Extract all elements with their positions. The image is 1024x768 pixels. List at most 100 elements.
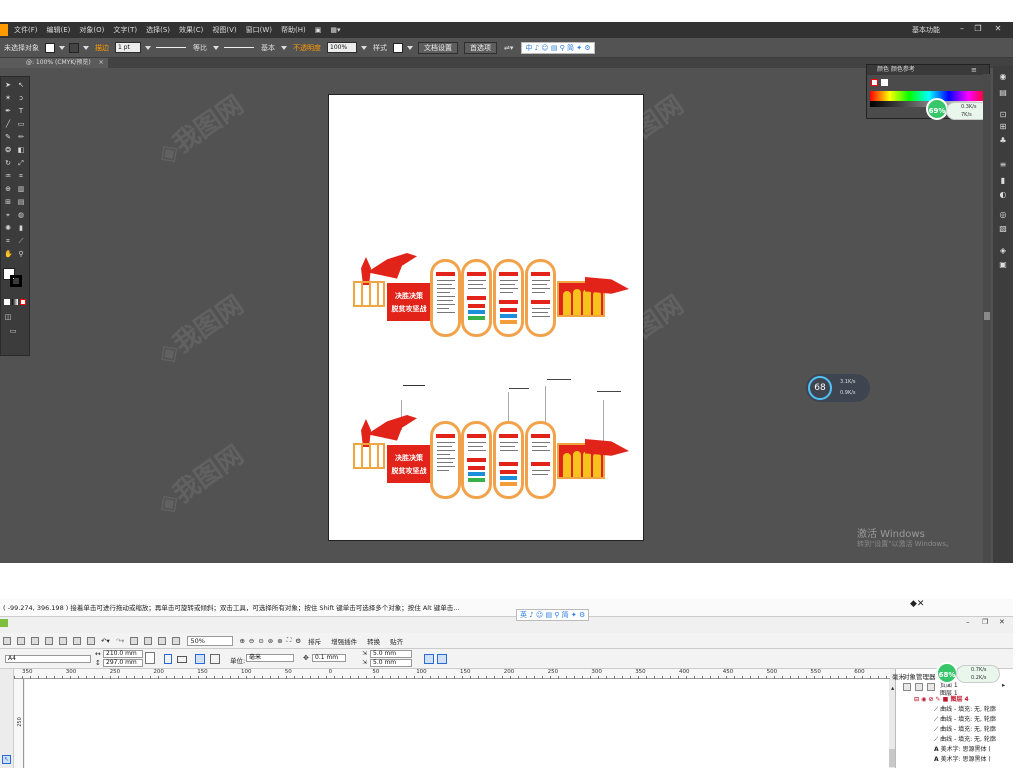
zoom-page-icon[interactable]: ⊛ bbox=[277, 637, 282, 645]
chevron-down-icon[interactable] bbox=[83, 45, 89, 50]
launcher-icon[interactable] bbox=[172, 636, 181, 645]
panel-menu-icon[interactable]: ≡ bbox=[971, 66, 977, 74]
toolbar-button-2[interactable]: 增强插件 bbox=[331, 636, 357, 646]
new-icon[interactable] bbox=[3, 636, 11, 645]
layer-props-icon[interactable] bbox=[903, 683, 911, 691]
document-tab[interactable]: @: 100% (CMYK/预览) × bbox=[0, 58, 108, 68]
toolbar-button-4[interactable]: 贴齐 bbox=[390, 636, 403, 646]
transform-icon[interactable]: ⊡ bbox=[998, 110, 1008, 119]
fill-outline-icon[interactable]: ◆✕ bbox=[910, 599, 930, 619]
symbol-sprayer-tool-icon[interactable]: ✺ bbox=[4, 224, 12, 232]
object-row[interactable]: ⟋ 曲线 - 填充: 无, 轮廓 bbox=[934, 735, 996, 745]
transparency-icon[interactable]: ◐ bbox=[998, 190, 1008, 199]
redo-icon[interactable]: ↷▾ bbox=[116, 637, 125, 645]
menu-file[interactable]: 文件(F) bbox=[14, 25, 38, 35]
menu-select[interactable]: 选择(S) bbox=[146, 25, 170, 35]
artboards-icon[interactable]: ▣ bbox=[998, 260, 1008, 269]
zoom-select[interactable]: 50% bbox=[187, 635, 234, 646]
landscape-icon[interactable] bbox=[177, 656, 187, 663]
mesh-tool-icon[interactable]: ⊞ bbox=[4, 198, 12, 206]
publish-pdf-icon[interactable] bbox=[158, 636, 167, 645]
direct-select-tool-icon[interactable]: ↖ bbox=[17, 81, 25, 89]
chevron-down-icon[interactable] bbox=[361, 45, 367, 50]
object-row[interactable]: ⟋ 曲线 - 填充: 无, 轮廓 bbox=[934, 705, 996, 715]
eyedropper-tool-icon[interactable]: ⌖ bbox=[4, 211, 12, 219]
object-row[interactable]: A 美术字: 思源黑体 ( bbox=[934, 755, 991, 765]
rectangle-tool-icon[interactable]: ▭ bbox=[17, 120, 25, 128]
toolbar-button-1[interactable]: 排斥 bbox=[308, 636, 321, 646]
graphic-styles-icon[interactable]: ▧ bbox=[998, 224, 1008, 233]
line-tool-icon[interactable]: ╱ bbox=[4, 120, 12, 128]
zoom-selected-icon[interactable]: ⊙ bbox=[258, 637, 263, 645]
duplicate-x-input[interactable]: 5.0 mm bbox=[370, 650, 412, 658]
paintbrush-tool-icon[interactable]: ✎ bbox=[4, 133, 12, 141]
scale-tool-icon[interactable]: ⤢ bbox=[17, 159, 25, 167]
chevron-down-icon[interactable] bbox=[213, 45, 219, 50]
type-tool-icon[interactable]: T bbox=[17, 107, 25, 115]
tab-close-icon[interactable]: × bbox=[99, 59, 104, 66]
ime-toolbar[interactable]: 英 ♪ ☺ ▤ ⚲ 简 ✦ ⚙ bbox=[516, 609, 590, 621]
full-screen-icon[interactable]: ⛶ bbox=[287, 636, 292, 645]
draw-mode-icon[interactable]: ◫ bbox=[4, 313, 12, 321]
eraser-tool-icon[interactable]: ◧ bbox=[17, 146, 25, 154]
all-pages-icon[interactable] bbox=[195, 654, 205, 664]
options-icon[interactable]: ⚙ bbox=[295, 637, 301, 645]
opacity-label[interactable]: 不透明度 bbox=[293, 43, 321, 53]
object-row[interactable]: ⟋ 曲线 - 填充: 无, 轮廓 bbox=[934, 725, 996, 735]
opacity-input[interactable]: 100% bbox=[327, 42, 357, 53]
free-transform-tool-icon[interactable]: ⌗ bbox=[17, 172, 25, 180]
gradient-mode-icon[interactable] bbox=[12, 299, 18, 305]
preferences-button[interactable]: 首选项 bbox=[464, 41, 497, 54]
chevron-down-icon[interactable] bbox=[281, 45, 287, 50]
chevron-down-icon[interactable] bbox=[145, 45, 151, 50]
white-swatch-icon[interactable] bbox=[881, 79, 888, 86]
stroke-swatch[interactable] bbox=[69, 42, 79, 53]
symbols-icon[interactable]: ♣ bbox=[998, 136, 1008, 145]
vertical-scrollbar[interactable] bbox=[983, 74, 991, 563]
menu-effect[interactable]: 效果(C) bbox=[179, 25, 203, 35]
ime-toolbar[interactable]: 中 ♪ ☺ ▤ ⚲ 简 ✦ ⚙ bbox=[521, 41, 595, 54]
rotate-tool-icon[interactable]: ↻ bbox=[4, 159, 12, 167]
stroke-icon[interactable]: ≡ bbox=[998, 160, 1008, 169]
chevron-down-icon[interactable] bbox=[407, 45, 413, 50]
pencil-tool-icon[interactable]: ✏ bbox=[17, 133, 25, 141]
gradient-icon[interactable]: ▮ bbox=[998, 176, 1008, 185]
net-monitor[interactable]: 68 3.1K/s 0.9K/s bbox=[806, 374, 870, 402]
layer-view-icon[interactable] bbox=[915, 683, 923, 691]
page-height-input[interactable]: 297.0 mm bbox=[103, 659, 143, 667]
workspace-switcher[interactable]: 基本功能 bbox=[912, 25, 940, 35]
none-swatch-icon[interactable] bbox=[871, 79, 878, 86]
object-row[interactable]: ⟋ 曲线 - 填充: 无, 轮廓 bbox=[934, 715, 996, 725]
stroke-color-icon[interactable] bbox=[10, 275, 22, 287]
speed-gauge[interactable]: 69% bbox=[926, 98, 948, 120]
group-row[interactable]: ⊟ ◉ ⊘ ✎ ■ 图层 4 bbox=[914, 695, 969, 705]
copy-icon[interactable] bbox=[73, 636, 81, 645]
screen-mode-icon[interactable]: ▭ bbox=[9, 327, 17, 335]
duplicate-y-input[interactable]: 5.0 mm bbox=[370, 659, 412, 667]
expand-icon[interactable]: ▸ bbox=[1002, 681, 1005, 689]
hand-tool-icon[interactable]: ✋ bbox=[4, 250, 13, 258]
appearance-icon[interactable]: ◉ bbox=[998, 72, 1008, 81]
zoom-out-icon[interactable]: ⊖ bbox=[249, 637, 254, 645]
artboard-tool-icon[interactable]: ⌗ bbox=[4, 237, 12, 245]
page-bg-icon[interactable] bbox=[437, 654, 447, 664]
fill-swatch[interactable] bbox=[45, 42, 55, 53]
none-mode-icon[interactable] bbox=[20, 299, 26, 305]
profile-2-select[interactable]: 基本 bbox=[261, 43, 275, 53]
undo-icon[interactable]: ↶▾ bbox=[101, 637, 110, 645]
print-icon[interactable] bbox=[45, 636, 53, 645]
style-swatch[interactable] bbox=[393, 42, 403, 53]
color-spectrum[interactable] bbox=[870, 91, 988, 101]
magic-wand-tool-icon[interactable]: ✶ bbox=[4, 94, 12, 102]
close-icon[interactable]: ✕ bbox=[999, 618, 1005, 626]
menu-edit[interactable]: 编辑(E) bbox=[47, 25, 71, 35]
layers-icon[interactable]: ◈ bbox=[998, 246, 1008, 255]
menu-type[interactable]: 文字(T) bbox=[113, 25, 137, 35]
design-bottom[interactable]: 决胜决策 脱贫攻坚战 bbox=[353, 415, 629, 507]
design-top[interactable]: 决胜决策 脱贫攻坚战 bbox=[353, 253, 629, 345]
navigator-icon[interactable]: ⊞ bbox=[998, 122, 1008, 131]
close-icon[interactable]: ✕ bbox=[991, 24, 1005, 34]
scroll-up-icon[interactable]: ▴ bbox=[891, 684, 894, 692]
color-guide-icon[interactable]: ◎ bbox=[998, 210, 1008, 219]
arrange-docs-icon[interactable]: ▦▾ bbox=[330, 26, 340, 34]
